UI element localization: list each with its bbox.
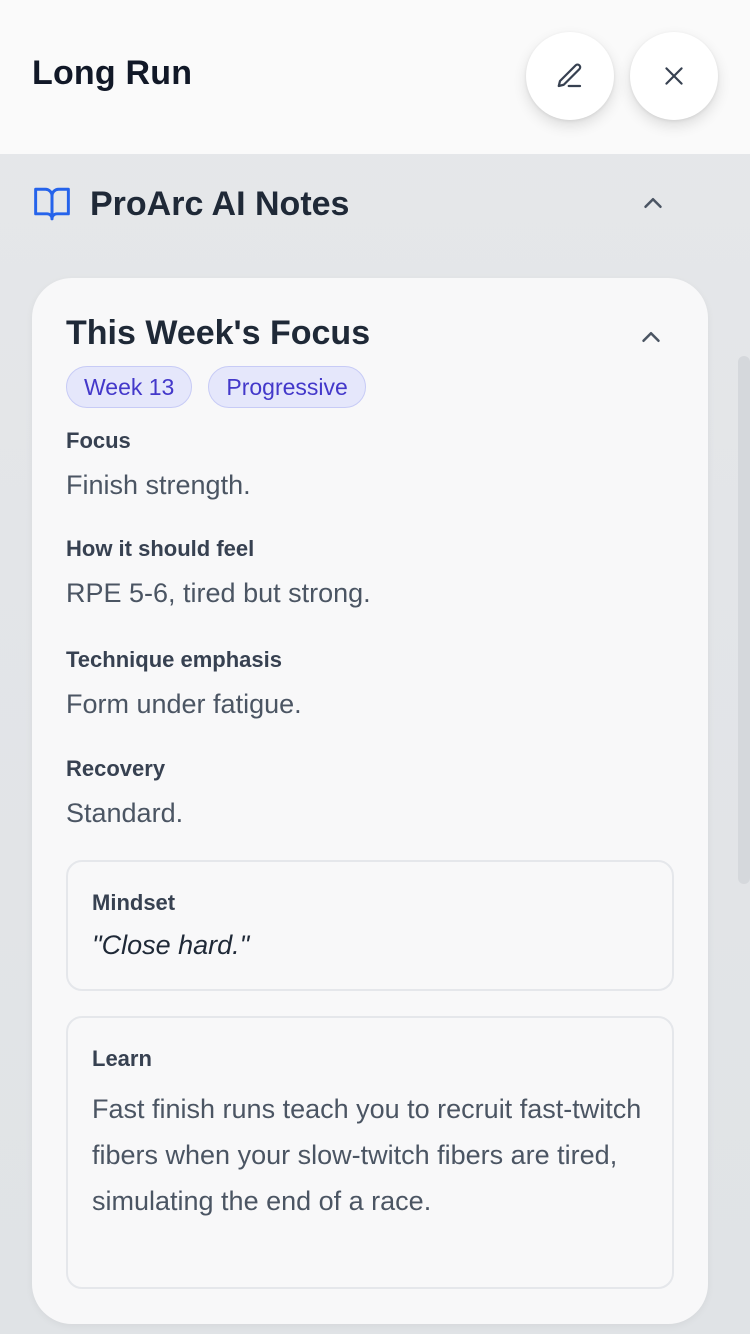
mindset-quote: "Close hard."	[92, 930, 250, 960]
technique-value: Form under fatigue.	[66, 689, 302, 719]
recovery-value: Standard.	[66, 798, 184, 828]
learn-text: Fast finish runs teach you to recruit fa…	[92, 1094, 642, 1216]
pencil-icon	[557, 63, 582, 88]
mindset-label: Mindset	[92, 890, 176, 915]
page-title: Long Run	[32, 54, 193, 92]
phase-badge: Progressive	[208, 366, 366, 408]
technique-label: Technique emphasis	[66, 647, 282, 672]
section-title: ProArc AI Notes	[90, 184, 350, 223]
feel-value: RPE 5-6, tired but strong.	[66, 578, 371, 608]
ai-notes-section-header[interactable]: ProArc AI Notes	[32, 176, 718, 232]
scrollbar-thumb[interactable]	[738, 356, 750, 884]
chevron-up-icon[interactable]	[636, 322, 666, 352]
close-button[interactable]	[630, 32, 718, 120]
card-title: This Week's Focus	[66, 314, 371, 352]
feel-label: How it should feel	[66, 536, 255, 561]
learn-box: Learn Fast finish runs teach you to recr…	[66, 1016, 674, 1289]
top-bar: Long Run	[0, 0, 750, 154]
week-badge: Week 13	[66, 366, 193, 408]
focus-label: Focus	[66, 428, 131, 453]
edit-button[interactable]	[526, 32, 614, 120]
close-icon	[665, 67, 683, 85]
focus-value: Finish strength.	[66, 470, 251, 500]
recovery-label: Recovery	[66, 756, 166, 781]
book-open-icon	[34, 187, 70, 221]
badge-row: Week 13 Progressive	[66, 366, 366, 408]
learn-label: Learn	[92, 1046, 152, 1071]
chevron-up-icon[interactable]	[638, 188, 668, 218]
weekly-focus-card: This Week's Focus Week 13 Progressive Fo…	[32, 278, 708, 1324]
mindset-box: Mindset "Close hard."	[66, 860, 674, 991]
